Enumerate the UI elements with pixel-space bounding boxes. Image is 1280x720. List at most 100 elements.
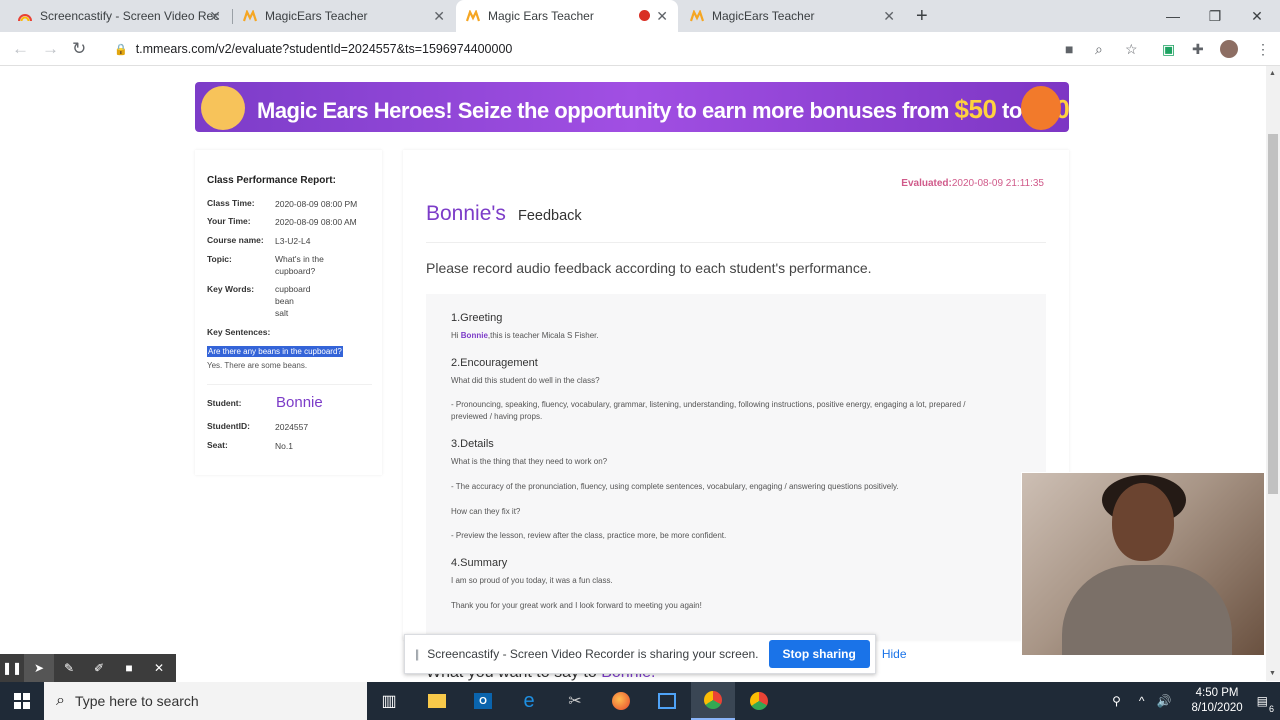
task-view-icon[interactable]: ▥	[367, 682, 411, 720]
close-window-icon[interactable]: ✕	[1234, 0, 1280, 32]
window-app-icon[interactable]	[645, 682, 689, 720]
clock-time: 4:50 PM	[1195, 687, 1239, 699]
feedback-title: Feedback	[518, 208, 582, 224]
scroll-down-icon[interactable]: ▼	[1269, 670, 1276, 677]
mascot-carrot-right-icon	[1021, 86, 1061, 130]
key-sentence-selected[interactable]: Are there any beans in the cupboard?	[207, 346, 343, 357]
camera-icon[interactable]: ■	[1065, 41, 1073, 57]
sharing-message: Screencastify - Screen Video Recorder is…	[427, 647, 759, 661]
volume-icon[interactable]: 🔊	[1157, 694, 1172, 708]
key-sentences-label: Key Sentences:	[207, 327, 271, 337]
student-label: Student:	[207, 398, 242, 408]
tab-strip: Screencastify - Screen Video Rec ✕ Magic…	[0, 0, 1280, 32]
tab-title: MagicEars Teacher	[712, 9, 815, 23]
pause-icon[interactable]: ❚❚	[0, 654, 24, 682]
show-hidden-icons[interactable]: ^	[1139, 694, 1145, 708]
topic-value-line1: What's in the	[275, 254, 324, 264]
details-answer-2: - Preview the lesson, review after the c…	[451, 531, 727, 540]
forward-icon[interactable]: →	[42, 39, 59, 59]
magicears-logo-icon	[243, 10, 257, 22]
clock-date: 8/10/2020	[1191, 702, 1243, 714]
encouragement-answer-line1: - Pronouncing, speaking, fluency, vocabu…	[451, 400, 966, 409]
class-report-panel: Class Performance Report: Class Time: 20…	[195, 150, 382, 475]
seat-label: Seat:	[207, 440, 228, 450]
chrome-taskbar-icon[interactable]	[737, 682, 781, 720]
firefox-icon[interactable]	[599, 682, 643, 720]
evaluated-timestamp: Evaluated:2020-08-09 21:11:35	[901, 178, 1044, 189]
address-bar[interactable]: 🔒 t.mmears.com/v2/evaluate?studentId=202…	[100, 37, 1150, 61]
tab-title: Magic Ears Teacher	[488, 9, 594, 23]
class-time-value: 2020-08-09 08:00 PM	[275, 199, 358, 209]
webcam-overlay[interactable]	[1021, 472, 1265, 656]
reload-icon[interactable]: ↻	[72, 39, 86, 59]
webcam-toggle-icon[interactable]: ■	[114, 654, 144, 682]
maximize-icon[interactable]: ❐	[1192, 0, 1238, 32]
mascot-carrot-left-icon	[201, 86, 245, 130]
chrome-taskbar-icon-active[interactable]	[691, 682, 735, 720]
internet-explorer-icon[interactable]: e	[507, 682, 551, 720]
keyword-item: cupboard	[275, 284, 311, 294]
encouragement-question: What did this student do well in the cla…	[451, 376, 600, 385]
profile-avatar[interactable]	[1220, 40, 1238, 58]
webcam-person-face	[1112, 483, 1174, 561]
summary-line2: Thank you for your great work and I look…	[451, 601, 702, 610]
start-button[interactable]	[0, 682, 44, 720]
tab-magicears-active[interactable]: Magic Ears Teacher ✕	[456, 0, 678, 32]
people-icon[interactable]: ⚲	[1112, 694, 1121, 708]
eraser-icon[interactable]: ✐	[84, 654, 114, 682]
outlook-icon[interactable]: O	[461, 682, 505, 720]
tab-magicears-1[interactable]: MagicEars Teacher ✕	[233, 0, 455, 32]
notifications-icon[interactable]: ▤ 6	[1257, 694, 1274, 714]
minimize-icon[interactable]: —	[1150, 0, 1196, 32]
extensions-puzzle-icon[interactable]: ✚	[1192, 41, 1204, 58]
stop-sharing-button[interactable]: Stop sharing	[768, 640, 870, 668]
summary-line1: I am so proud of you today, it was a fun…	[451, 576, 613, 585]
close-tab-icon[interactable]: ✕	[883, 8, 895, 25]
close-tab-icon[interactable]: ✕	[209, 8, 221, 25]
taskbar-clock[interactable]: 4:50 PM 8/10/2020	[1191, 686, 1242, 716]
report-title: Class Performance Report:	[207, 175, 336, 186]
key-sentence[interactable]: Yes. There are some beans.	[207, 361, 307, 370]
feedback-template-box: 1.Greeting Hi Bonnie,this is teacher Mic…	[426, 294, 1046, 640]
new-tab-icon[interactable]: +	[916, 4, 928, 28]
search-icon: ⌕	[56, 692, 65, 709]
zoom-icon[interactable]: ⌕	[1095, 41, 1103, 58]
pen-icon[interactable]: ✎	[54, 654, 84, 682]
drag-grip-icon[interactable]: ||	[415, 647, 419, 661]
notification-count: 6	[1268, 704, 1274, 714]
vertical-scrollbar[interactable]: ▲ ▼	[1266, 66, 1280, 681]
recording-icon	[639, 10, 650, 21]
scroll-up-icon[interactable]: ▲	[1269, 70, 1276, 77]
instruction-text: Please record audio feedback according t…	[426, 260, 872, 276]
tab-title: Screencastify - Screen Video Rec	[40, 9, 220, 23]
magicears-logo-icon	[466, 10, 480, 22]
section-summary-heading: 4.Summary	[451, 557, 508, 569]
banner-text: Magic Ears Heroes! Seize the opportunity…	[257, 94, 1069, 124]
taskbar-search[interactable]: ⌕ Type here to search	[44, 682, 367, 720]
file-explorer-icon[interactable]	[415, 682, 459, 720]
menu-dots-icon[interactable]: ⋮	[1256, 41, 1270, 58]
student-id-label: StudentID:	[207, 421, 250, 431]
promo-banner[interactable]: Magic Ears Heroes! Seize the opportunity…	[195, 82, 1069, 132]
keyword-item: salt	[275, 308, 289, 318]
details-answer: - The accuracy of the pronunciation, flu…	[451, 482, 899, 491]
hide-button[interactable]: Hide	[882, 647, 907, 661]
bookmark-star-icon[interactable]: ☆	[1125, 41, 1138, 58]
divider	[207, 384, 372, 385]
topic-value-line2: cupboard?	[275, 266, 316, 276]
close-tab-icon[interactable]: ✕	[433, 8, 445, 25]
greeting-text: Hi Bonnie,this is teacher Micala S Fishe…	[451, 331, 599, 340]
snipping-tool-icon[interactable]: ✂	[553, 682, 597, 720]
webcam-person-body	[1062, 565, 1232, 655]
topic-label: Topic:	[207, 254, 232, 264]
tab-magicears-3[interactable]: MagicEars Teacher ✕	[680, 0, 905, 32]
cursor-icon[interactable]: ➤	[24, 654, 54, 682]
rainbow-icon	[18, 14, 32, 22]
scrollbar-thumb[interactable]	[1268, 134, 1278, 494]
close-tab-icon[interactable]: ✕	[656, 8, 668, 25]
tab-screencastify[interactable]: Screencastify - Screen Video Rec ✕	[8, 0, 231, 32]
back-icon[interactable]: ←	[12, 39, 29, 59]
encouragement-answer-line2: previewed / having props.	[451, 412, 543, 421]
grammarly-extension-icon[interactable]: ▣	[1162, 41, 1175, 58]
close-toolbar-icon[interactable]: ✕	[144, 654, 174, 682]
